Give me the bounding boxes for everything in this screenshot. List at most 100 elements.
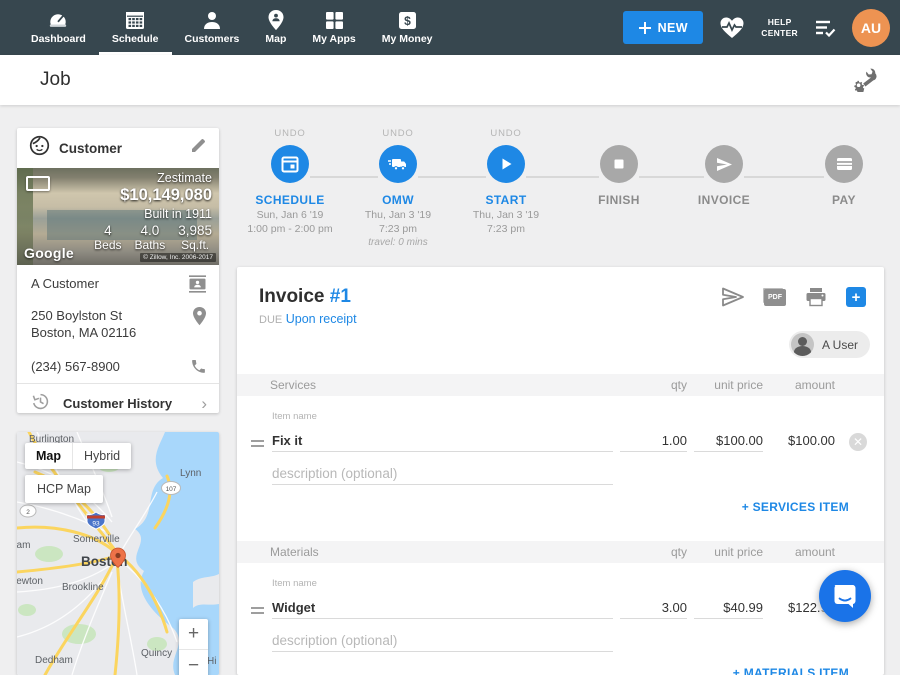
user-avatar[interactable]: AU <box>852 9 890 47</box>
hcp-map-button[interactable]: HCP Map <box>25 475 103 503</box>
map-label-dedham: Dedham <box>35 655 73 666</box>
chat-widget-button[interactable] <box>819 570 871 622</box>
help-center-link[interactable]: HELP CENTER <box>761 17 798 38</box>
customer-card: Customer Zestimate $10,149,080 Built in … <box>17 128 219 413</box>
add-services-item-link[interactable]: + SERVICES ITEM <box>742 500 849 514</box>
job-settings-icon[interactable] <box>852 68 878 97</box>
map-type-hybrid-button[interactable]: Hybrid <box>72 443 131 469</box>
schedule-step-button[interactable] <box>271 145 309 183</box>
map-zoom-in-button[interactable]: + <box>179 619 208 650</box>
history-icon <box>31 392 50 416</box>
material-description-input[interactable] <box>272 630 613 652</box>
calendar-icon <box>281 155 299 173</box>
print-icon[interactable] <box>805 287 827 307</box>
zestimate-value: $10,149,080 <box>94 186 212 205</box>
nav-item-customers[interactable]: Customers <box>172 0 253 55</box>
service-description-input[interactable] <box>272 463 613 485</box>
due-terms-link[interactable]: Upon receipt <box>286 312 357 326</box>
map-label-waltham: ham <box>17 540 30 551</box>
schedule-undo-link[interactable]: UNDO <box>230 128 350 140</box>
nav-item-dashboard[interactable]: Dashboard <box>18 0 99 55</box>
map-type-toggle: Map Hybrid <box>25 443 131 469</box>
job-progress-steps: UNDO SCHEDULE Sun, Jan 6 '19 1:00 pm - 2… <box>237 128 884 266</box>
play-icon <box>498 156 514 172</box>
customer-history-row[interactable]: Customer History › <box>17 383 219 424</box>
phone-icon[interactable] <box>190 358 207 380</box>
delete-service-item-button[interactable]: ✕ <box>849 433 867 451</box>
assignee-avatar-icon <box>791 333 814 356</box>
card-icon <box>836 157 853 171</box>
map-label-newton: Newton <box>17 576 43 587</box>
route-shield-2: 2 <box>20 505 36 517</box>
map-label-quincy: Quincy <box>141 648 172 659</box>
map-label-hingham: Hi <box>207 656 216 667</box>
task-list-icon[interactable] <box>814 19 836 37</box>
services-section-header: Services qty unit price amount <box>237 374 884 396</box>
send-icon <box>716 157 733 172</box>
customer-face-icon <box>29 135 50 161</box>
money-icon: $ <box>398 11 417 30</box>
add-invoice-item-button[interactable]: + <box>846 287 866 307</box>
step-omw: UNDO OMW Thu, Jan 3 '19 7:23 pm travel: … <box>338 128 458 248</box>
contact-card-icon[interactable] <box>188 275 207 298</box>
customer-address-row: 250 Boylston St Boston, MA 02116 <box>17 300 219 349</box>
drag-handle[interactable] <box>251 437 264 450</box>
dashboard-icon <box>47 10 69 30</box>
map-type-map-button[interactable]: Map <box>25 443 72 469</box>
property-photo[interactable]: Zestimate $10,149,080 Built in 1911 4Bed… <box>17 168 219 265</box>
materials-section-header: Materials qty unit price amount <box>237 541 884 563</box>
material-unit-price-input[interactable] <box>694 597 763 619</box>
chat-bubble-icon <box>832 582 858 610</box>
service-amount: $100.00 <box>755 433 835 448</box>
plus-icon <box>639 22 651 34</box>
omw-undo-link[interactable]: UNDO <box>338 128 458 140</box>
page-header: Job <box>0 55 900 105</box>
material-item-name-input[interactable] <box>272 597 613 619</box>
page-title: Job <box>40 69 71 91</box>
step-finish: FINISH <box>559 128 679 207</box>
material-qty-input[interactable] <box>620 597 687 619</box>
nav-item-map[interactable]: Map <box>252 0 299 55</box>
step-pay: PAY <box>784 128 900 207</box>
nav-item-my-apps[interactable]: My Apps <box>299 0 368 55</box>
add-materials-item-link[interactable]: + MATERIALS ITEM <box>733 666 849 675</box>
step-schedule: UNDO SCHEDULE Sun, Jan 6 '19 1:00 pm - 2… <box>230 128 350 235</box>
service-unit-price-input[interactable] <box>694 430 763 452</box>
omw-step-button[interactable] <box>379 145 417 183</box>
step-start: UNDO START Thu, Jan 3 '19 7:23 pm <box>446 128 566 235</box>
location-pin-icon[interactable] <box>192 307 207 331</box>
start-step-button[interactable] <box>487 145 525 183</box>
map-label-lynn: Lynn <box>180 468 201 479</box>
edit-pencil-icon[interactable] <box>190 137 207 159</box>
service-qty-input[interactable] <box>620 430 687 452</box>
map-card: Burlington Lynn Somerville ham Newton Br… <box>17 432 219 675</box>
pdf-icon[interactable]: PDF <box>764 289 786 306</box>
finish-step-button[interactable] <box>600 145 638 183</box>
drag-handle[interactable] <box>251 604 264 617</box>
step-invoice: INVOICE <box>664 128 784 207</box>
start-undo-link[interactable]: UNDO <box>446 128 566 140</box>
schedule-icon <box>125 10 145 30</box>
navbar-right: NEW HELP CENTER AU <box>623 0 890 55</box>
streetview-frame-icon[interactable] <box>26 176 50 191</box>
pay-step-button[interactable] <box>825 145 863 183</box>
invoice-step-button[interactable] <box>705 145 743 183</box>
property-stats: 4Beds 4.0Baths 3,985Sq.ft. <box>94 223 212 252</box>
address-line1: 250 Boylston St <box>31 308 207 325</box>
health-heart-icon[interactable] <box>719 16 745 40</box>
top-navbar: Dashboard Schedule Customers Map My Apps <box>0 0 900 55</box>
service-item-name-input[interactable] <box>272 430 613 452</box>
svg-text:$: $ <box>404 14 411 28</box>
customer-name-row: A Customer <box>17 265 219 300</box>
assignee-chip[interactable]: A User <box>789 331 870 358</box>
map-zoom-out-button[interactable]: − <box>179 650 208 675</box>
nav-item-my-money[interactable]: $ My Money <box>369 0 446 55</box>
map-label-somerville: Somerville <box>73 534 120 545</box>
nav-items: Dashboard Schedule Customers Map My Apps <box>18 0 446 55</box>
new-button[interactable]: NEW <box>623 11 703 44</box>
svg-text:93: 93 <box>92 521 100 528</box>
send-invoice-icon[interactable] <box>721 287 745 307</box>
nav-item-schedule[interactable]: Schedule <box>99 0 172 55</box>
apps-grid-icon <box>325 11 344 30</box>
truck-icon <box>388 156 408 172</box>
